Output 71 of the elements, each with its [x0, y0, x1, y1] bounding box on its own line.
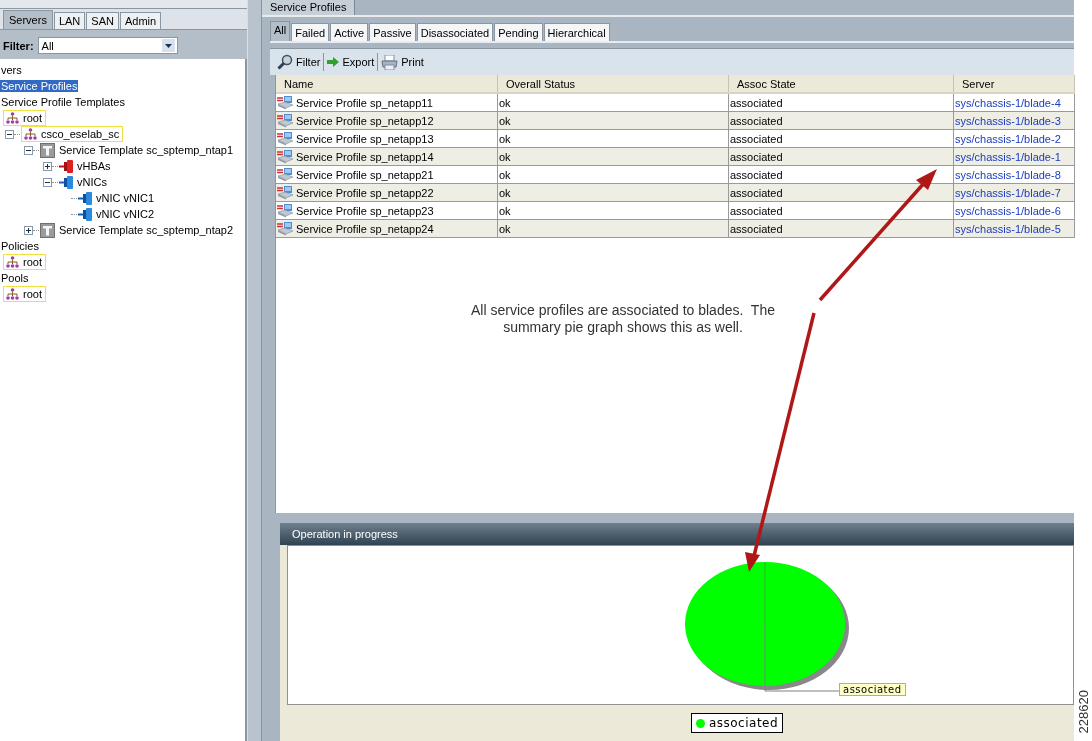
- expand-icon[interactable]: [24, 225, 33, 235]
- nav-tab[interactable]: Admin: [119, 12, 162, 29]
- chart-panel-title: Operation in progress: [292, 528, 398, 540]
- server-link[interactable]: sys/chassis-1/blade-4: [955, 96, 1061, 109]
- nav-tab[interactable]: Servers: [3, 10, 53, 29]
- filter-tab[interactable]: All: [270, 21, 291, 41]
- column-header[interactable]: Name: [276, 75, 498, 93]
- table-cell: associated: [728, 93, 954, 112]
- server-link[interactable]: sys/chassis-1/blade-6: [955, 204, 1061, 217]
- filter-tab[interactable]: Hierarchical: [543, 23, 610, 41]
- adapter-icon: [78, 191, 92, 205]
- expand-icon[interactable]: [43, 161, 52, 171]
- adapter-icon: [59, 175, 73, 189]
- filter-dropdown[interactable]: All: [37, 37, 178, 54]
- table-cell: Service Profile sp_netapp23: [276, 201, 498, 220]
- tree-item[interactable]: Service Profiles: [0, 80, 79, 92]
- adapter-icon: [59, 159, 73, 173]
- slice-label: associated: [839, 683, 906, 696]
- collapse-icon[interactable]: [5, 129, 14, 139]
- table-cell: associated: [728, 129, 954, 148]
- tree-item[interactable]: vNICs: [76, 176, 108, 188]
- filter-button[interactable]: Filter: [274, 54, 324, 70]
- annotation-text: summary pie graph shows this as well.: [503, 319, 743, 336]
- table-cell: Service Profile sp_netapp13: [276, 129, 498, 148]
- legend-label: associated: [708, 716, 779, 730]
- server-link[interactable]: sys/chassis-1/blade-2: [955, 132, 1061, 145]
- table-cell: ok: [497, 93, 729, 112]
- annotation-text: All service profiles are associated to blades. The: [471, 302, 775, 319]
- org-tree-icon: [24, 128, 37, 140]
- filter-tab[interactable]: Disassociated: [416, 23, 494, 41]
- print-button[interactable]: Print: [378, 54, 427, 70]
- tree-item[interactable]: vNIC vNIC1: [95, 192, 156, 204]
- table-cell: ok: [497, 129, 729, 148]
- table-cell: ok: [497, 165, 729, 184]
- table-cell: Service Profile sp_netapp11: [276, 93, 498, 112]
- splitter-handle[interactable]: [247, 0, 262, 741]
- table-cell: ok: [497, 201, 729, 220]
- org-tree-icon: [6, 256, 19, 268]
- column-header[interactable]: Overall Status: [497, 75, 729, 93]
- filter-tab[interactable]: Failed: [291, 23, 330, 41]
- tree-item[interactable]: vHBAs: [76, 160, 112, 172]
- tree-item[interactable]: vers: [0, 64, 23, 76]
- collapse-icon[interactable]: [43, 177, 52, 187]
- tree-item[interactable]: Policies: [0, 240, 40, 252]
- tree-item[interactable]: Service Template sc_sptemp_ntap2: [58, 224, 235, 236]
- column-header[interactable]: Server: [953, 75, 1075, 93]
- filter-tab[interactable]: Passive: [369, 23, 416, 41]
- filter-tab[interactable]: Pending: [494, 23, 543, 41]
- export-button[interactable]: Export: [324, 56, 378, 68]
- tree-item[interactable]: Service Template sc_sptemp_ntap1: [58, 144, 235, 156]
- arrow-icon: [327, 57, 340, 67]
- collapse-icon[interactable]: [24, 145, 33, 155]
- tree-item[interactable]: vNIC vNIC2: [95, 208, 156, 220]
- table-cell: Service Profile sp_netapp21: [276, 165, 498, 184]
- tree-item[interactable]: Service Profile Templates: [0, 96, 126, 108]
- filter-label: Filter:: [3, 39, 34, 52]
- org-tree-icon: [6, 288, 19, 300]
- magnifier-icon: [277, 54, 293, 70]
- nav-tab[interactable]: LAN: [53, 12, 86, 29]
- org-tree-icon: [6, 112, 19, 124]
- caret-icon: [161, 39, 175, 52]
- server-link[interactable]: sys/chassis-1/blade-8: [955, 168, 1061, 181]
- panel-tab[interactable]: Service Profiles: [262, 0, 356, 15]
- column-header[interactable]: Assoc State: [728, 75, 954, 93]
- filter-tab[interactable]: Active: [330, 23, 369, 41]
- figure-number: 228620: [1075, 689, 1091, 733]
- table-cell: associated: [728, 201, 954, 220]
- printer-icon: [381, 54, 399, 70]
- nav-tab[interactable]: SAN: [86, 12, 119, 29]
- tree-item[interactable]: Pools: [0, 272, 30, 284]
- adapter-icon: [78, 207, 92, 221]
